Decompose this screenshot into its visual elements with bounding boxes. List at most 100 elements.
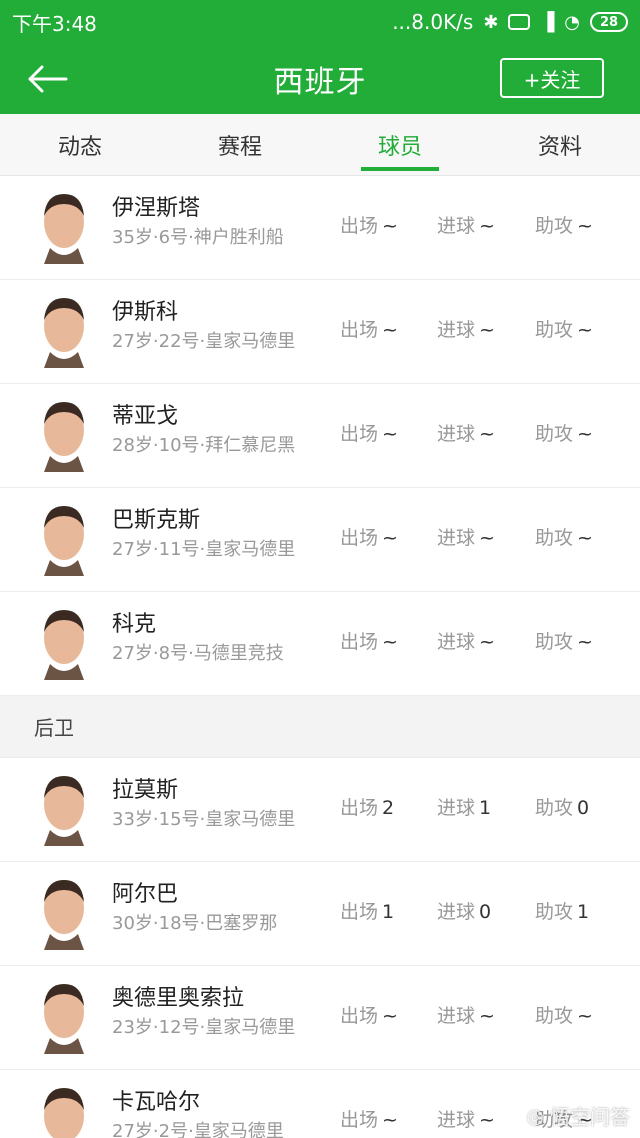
player-row[interactable]: 拉莫斯 33岁·15号·皇家马德里 出场 2 进球 1 助攻 0 — [0, 758, 640, 862]
stat-value: ~ — [577, 215, 593, 237]
stat-appearances: 出场 ~ — [340, 212, 398, 240]
stat-label: 出场 — [340, 901, 379, 923]
stat-label: 出场 — [340, 797, 379, 819]
tab-schedule[interactable]: 赛程 — [160, 114, 320, 175]
stat-value: ~ — [577, 527, 593, 549]
stat-label: 进球 — [437, 1005, 476, 1027]
player-avatar — [44, 984, 84, 1054]
stat-appearances: 出场 ~ — [340, 420, 398, 448]
player-avatar — [44, 1088, 84, 1138]
stat-label: 进球 — [437, 631, 476, 653]
player-info: 阿尔巴 30岁·18号·巴塞罗那 — [112, 880, 277, 938]
stat-value: ~ — [382, 319, 398, 341]
stat-value: ~ — [479, 1005, 495, 1027]
player-details: 33岁·15号·皇家马德里 — [112, 809, 296, 830]
tab-info[interactable]: 资料 — [480, 114, 640, 175]
player-name: 伊涅斯塔 — [112, 196, 201, 221]
player-info: 科克 27岁·8号·马德里竞技 — [112, 610, 284, 668]
player-row[interactable]: 阿尔巴 30岁·18号·巴塞罗那 出场 1 进球 0 助攻 1 — [0, 862, 640, 966]
player-avatar — [44, 402, 84, 472]
stat-label: 出场 — [340, 423, 379, 445]
player-row[interactable]: 蒂亚戈 28岁·10号·拜仁慕尼黑 出场 ~ 进球 ~ 助攻 ~ — [0, 384, 640, 488]
player-name: 奥德里奥索拉 — [112, 986, 245, 1011]
midfielder-list: 伊涅斯塔 35岁·6号·神户胜利船 出场 ~ 进球 ~ 助攻 ~ 伊斯科 27岁·22号·皇家马德… — [0, 176, 640, 696]
stat-assists: 助攻 ~ — [535, 316, 593, 344]
stat-label: 进球 — [437, 319, 476, 341]
stat-value: ~ — [479, 1109, 495, 1131]
stat-value: ~ — [382, 1005, 398, 1027]
stat-value: 2 — [382, 797, 395, 819]
stat-label: 助攻 — [535, 423, 574, 445]
stat-appearances: 出场 ~ — [340, 1106, 398, 1134]
player-row[interactable]: 奥德里奥索拉 23岁·12号·皇家马德里 出场 ~ 进球 ~ 助攻 ~ — [0, 966, 640, 1070]
stat-value: ~ — [577, 319, 593, 341]
stat-value: ~ — [382, 423, 398, 445]
player-info: 奥德里奥索拉 23岁·12号·皇家马德里 — [112, 984, 295, 1042]
stat-appearances: 出场 ~ — [340, 1002, 398, 1030]
net-speed: ...8.0K/s — [392, 10, 474, 34]
stat-value: ~ — [382, 215, 398, 237]
status-time: 下午3:48 — [12, 11, 97, 36]
player-row[interactable]: 伊斯科 27岁·22号·皇家马德里 出场 ~ 进球 ~ 助攻 ~ — [0, 280, 640, 384]
player-avatar — [44, 880, 84, 950]
stat-label: 助攻 — [535, 527, 574, 549]
stat-value: ~ — [382, 1109, 398, 1131]
stat-goals: 进球 1 — [437, 794, 491, 822]
player-name: 阿尔巴 — [112, 882, 179, 907]
watermark: ◎ 悟空问答 — [527, 1101, 630, 1130]
back-button[interactable] — [24, 56, 70, 102]
player-name: 科克 — [112, 612, 157, 637]
stat-label: 助攻 — [535, 901, 574, 923]
stat-value: ~ — [382, 631, 398, 653]
follow-button[interactable]: +关注 — [500, 58, 604, 98]
stat-value: 1 — [577, 901, 590, 923]
player-avatar — [44, 298, 84, 368]
player-info: 卡瓦哈尔 27岁·2号·皇家马德里 — [112, 1088, 284, 1138]
stat-assists: 助攻 ~ — [535, 524, 593, 552]
stat-assists: 助攻 ~ — [535, 1002, 593, 1030]
watermark-text: 悟空问答 — [550, 1105, 630, 1129]
stat-appearances: 出场 ~ — [340, 628, 398, 656]
stat-label: 进球 — [437, 1109, 476, 1131]
stat-value: 1 — [382, 901, 395, 923]
player-info: 拉莫斯 33岁·15号·皇家马德里 — [112, 776, 295, 834]
stat-goals: 进球 ~ — [437, 1002, 495, 1030]
stat-goals: 进球 ~ — [437, 628, 495, 656]
stat-label: 出场 — [340, 1005, 379, 1027]
player-avatar — [44, 776, 84, 846]
status-bar: 下午3:48 ...8.0K/s ✱ ▐ ◔ 28 — [0, 0, 640, 44]
player-details: 35岁·6号·神户胜利船 — [112, 227, 284, 248]
title-bar: 西班牙 +关注 — [0, 44, 640, 114]
tab-news[interactable]: 动态 — [0, 114, 160, 175]
player-row[interactable]: 巴斯克斯 27岁·11号·皇家马德里 出场 ~ 进球 ~ 助攻 ~ — [0, 488, 640, 592]
stat-value: 0 — [577, 797, 590, 819]
stat-value: ~ — [479, 423, 495, 445]
stat-appearances: 出场 ~ — [340, 524, 398, 552]
stat-goals: 进球 ~ — [437, 212, 495, 240]
stat-appearances: 出场 ~ — [340, 316, 398, 344]
stat-assists: 助攻 ~ — [535, 212, 593, 240]
stat-assists: 助攻 1 — [535, 898, 589, 926]
stat-value: ~ — [479, 527, 495, 549]
stat-label: 进球 — [437, 423, 476, 445]
stat-appearances: 出场 1 — [340, 898, 394, 926]
player-row[interactable]: 伊涅斯塔 35岁·6号·神户胜利船 出场 ~ 进球 ~ 助攻 ~ — [0, 176, 640, 280]
player-info: 蒂亚戈 28岁·10号·拜仁慕尼黑 — [112, 402, 295, 460]
vibrate-icon — [508, 14, 531, 30]
wifi-icon: ◔ — [564, 11, 580, 33]
stat-value: ~ — [577, 423, 593, 445]
player-details: 27岁·11号·皇家马德里 — [112, 539, 296, 560]
stat-value: ~ — [382, 527, 398, 549]
stat-goals: 进球 ~ — [437, 1106, 495, 1134]
player-info: 伊涅斯塔 35岁·6号·神户胜利船 — [112, 194, 284, 252]
stat-label: 进球 — [437, 527, 476, 549]
battery-level: 28 — [599, 14, 619, 30]
player-row[interactable]: 科克 27岁·8号·马德里竞技 出场 ~ 进球 ~ 助攻 ~ — [0, 592, 640, 696]
tab-players[interactable]: 球员 — [320, 114, 480, 175]
player-details: 28岁·10号·拜仁慕尼黑 — [112, 435, 296, 456]
stat-label: 进球 — [437, 797, 476, 819]
stat-label: 出场 — [340, 319, 379, 341]
bluetooth-icon: ✱ — [483, 11, 499, 33]
player-details: 27岁·2号·皇家马德里 — [112, 1121, 284, 1138]
stat-value: ~ — [479, 319, 495, 341]
